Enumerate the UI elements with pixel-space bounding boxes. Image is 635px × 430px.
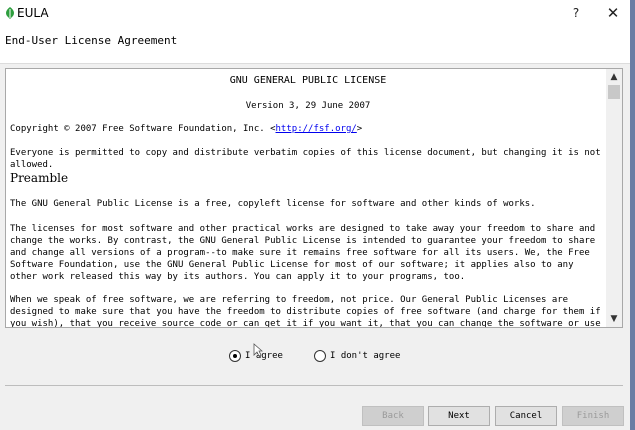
help-button[interactable]: ? bbox=[566, 3, 586, 23]
fsf-link[interactable]: http://fsf.org/ bbox=[276, 124, 357, 134]
agree-label[interactable]: I agree bbox=[245, 351, 283, 361]
disagree-label[interactable]: I don't agree bbox=[330, 351, 400, 361]
close-button[interactable]: ✕ bbox=[603, 3, 623, 23]
license-text-area[interactable]: GNU GENERAL PUBLIC LICENSE Version 3, 29… bbox=[5, 68, 623, 328]
footer-divider bbox=[5, 385, 623, 386]
app-leaf-icon bbox=[6, 7, 14, 19]
back-button[interactable]: Back bbox=[362, 406, 424, 426]
background-window-edge bbox=[630, 0, 635, 430]
copyright-line: Copyright © 2007 Free Software Foundatio… bbox=[10, 123, 606, 135]
window-title: EULA bbox=[17, 6, 49, 20]
finish-button[interactable]: Finish bbox=[562, 406, 624, 426]
scroll-up-icon[interactable]: ▲ bbox=[606, 69, 622, 85]
preamble-paragraph-2: The licenses for most software and other… bbox=[10, 224, 596, 282]
license-version: Version 3, 29 June 2007 bbox=[245, 101, 371, 111]
scroll-thumb[interactable] bbox=[608, 85, 620, 99]
page-title: End-User License Agreement bbox=[5, 34, 178, 47]
everyone-paragraph: Everyone is permitted to copy and distri… bbox=[10, 148, 601, 170]
preamble-paragraph-3: When we speak of free software, we are r… bbox=[10, 295, 601, 328]
disagree-radio-circle[interactable] bbox=[314, 350, 326, 362]
mouse-cursor-icon bbox=[253, 343, 263, 357]
scroll-down-icon[interactable]: ▼ bbox=[606, 311, 622, 327]
copyright-prefix: Copyright © 2007 Free Software Foundatio… bbox=[10, 124, 276, 134]
preamble-paragraph-1: The GNU General Public License is a free… bbox=[10, 199, 536, 209]
next-button[interactable]: Next bbox=[428, 406, 490, 426]
vertical-scrollbar[interactable]: ▲ ▼ bbox=[606, 69, 622, 327]
title-bar: EULA ? ✕ bbox=[0, 0, 635, 26]
cancel-button[interactable]: Cancel bbox=[495, 406, 557, 426]
agree-radio-circle[interactable] bbox=[229, 350, 241, 362]
radio-selected-dot bbox=[233, 354, 237, 358]
license-title: GNU GENERAL PUBLIC LICENSE bbox=[229, 75, 387, 86]
page-header: End-User License Agreement bbox=[0, 26, 635, 64]
preamble-heading: Preamble bbox=[10, 171, 69, 185]
copyright-suffix: > bbox=[356, 124, 363, 134]
